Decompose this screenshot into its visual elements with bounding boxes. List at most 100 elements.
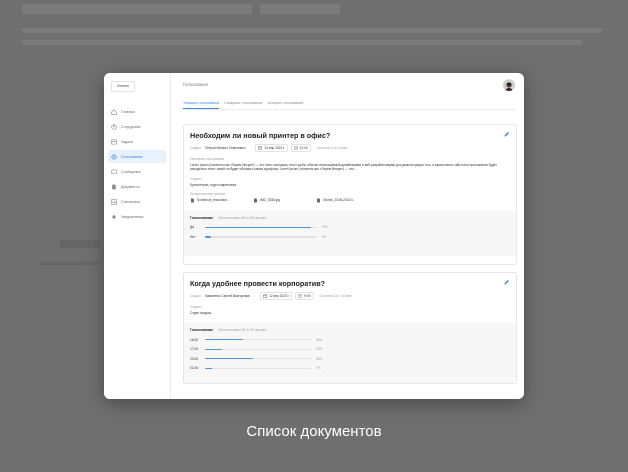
caption: Список документов xyxy=(246,423,382,440)
sidebar-item-documents[interactable]: Документы xyxy=(108,180,166,193)
option-progress-track xyxy=(205,339,311,341)
voting-section: Голосование Проголосовало 90 из 90 челов… xyxy=(184,323,516,383)
poll-meta: Создал Коваленко Сергей Викторович 12 ап… xyxy=(190,292,510,300)
poll-option[interactable]: Да 95% xyxy=(190,223,510,233)
poll-option[interactable]: 01.06 7% xyxy=(190,364,510,374)
time-remaining: Осталось 2 д 24 мин xyxy=(316,146,348,150)
departments-label: Отделы xyxy=(190,305,202,309)
departments-label: Отделы xyxy=(190,176,202,181)
option-progress-track xyxy=(205,226,317,229)
voting-label: Голосование xyxy=(190,328,214,332)
sidebar-item-label: Уведомления xyxy=(121,214,144,219)
file-name: Sondirova_resolution... xyxy=(197,198,230,203)
option-progress-fill xyxy=(205,367,213,369)
option-label: 17.06 xyxy=(190,347,198,352)
poll-description: Lorem Ipsum (читается как «Лорем Ипсум»)… xyxy=(190,162,497,172)
poll-time: 12:00 xyxy=(299,146,308,150)
option-progress-track xyxy=(205,348,311,350)
users-icon xyxy=(111,123,117,130)
option-percent: 36% xyxy=(316,337,323,342)
poll-option[interactable]: 23.06 45% xyxy=(190,354,510,364)
file-icon xyxy=(191,198,194,203)
sidebar-nav: Главная Сотрудники Задачи Голосования Со… xyxy=(104,105,170,225)
attached-file[interactable]: Otchet_23.06.2023.ll... xyxy=(316,198,379,203)
option-progress-fill xyxy=(205,236,211,238)
backdrop-blur xyxy=(60,240,100,248)
sidebar-item-home[interactable]: Главная xyxy=(108,105,166,118)
file-name: IMG_3036.jpg xyxy=(260,198,281,203)
sidebar-item-label: Голосования xyxy=(121,154,143,159)
option-percent: 16% xyxy=(316,347,323,352)
option-progress-track xyxy=(205,358,311,360)
option-progress-fill xyxy=(205,358,253,360)
tasks-icon xyxy=(111,139,117,145)
attached-file[interactable]: IMG_3036.jpg xyxy=(253,198,316,203)
date-chip: 12 апр 2023 г. xyxy=(260,292,293,300)
author-label: Создал xyxy=(190,294,201,298)
bell-icon xyxy=(111,214,117,220)
sidebar-item-stats[interactable]: Статистика xyxy=(108,195,166,208)
poll-title: Необходим ли новый принтер в офис? xyxy=(190,131,331,140)
option-label: Нет xyxy=(190,234,196,239)
option-label: Да xyxy=(190,225,194,230)
departments-value: Отдел продаж xyxy=(190,311,212,315)
backdrop-blur xyxy=(22,4,252,14)
time-remaining: Осталось 15 ч 10 мин xyxy=(319,294,352,298)
option-progress-fill xyxy=(205,226,312,229)
poll-option[interactable]: 17.06 16% xyxy=(190,345,510,355)
backdrop-blur xyxy=(260,4,340,14)
voting-status: Проголосовало 80 из 85 человек xyxy=(218,215,267,220)
sidebar-item-votes[interactable]: Голосования xyxy=(108,150,166,163)
sidebar-item-label: Сообщения xyxy=(121,169,141,174)
description-label: Описание голосования xyxy=(190,157,225,161)
sidebar-item-employees[interactable]: Сотрудники xyxy=(108,120,166,133)
logo[interactable]: Логотип xyxy=(111,81,135,92)
clock-icon xyxy=(298,294,303,298)
sidebar: Логотип Главная Сотрудники Задачи Голосо… xyxy=(104,73,171,399)
option-percent: 7% xyxy=(316,366,321,371)
poll-option[interactable]: Нет 5% xyxy=(190,232,510,242)
calendar-icon xyxy=(263,294,267,298)
file-name: Otchet_23.06.2023.ll... xyxy=(323,198,356,203)
option-percent: 95% xyxy=(322,225,329,230)
poll-card: Когда удобнее провести корпоратив? Созда… xyxy=(183,272,517,384)
sidebar-item-label: Главная xyxy=(121,109,135,114)
voting-status: Проголосовало 90 из 90 человек xyxy=(218,328,267,332)
main-content: Голосования Текущие голосования Создание… xyxy=(170,73,524,399)
option-progress-track xyxy=(205,236,317,238)
file-icon xyxy=(317,198,320,203)
sidebar-item-label: Документы xyxy=(121,184,140,189)
option-percent: 5% xyxy=(322,234,327,239)
files-label: Прикрепленные файлы xyxy=(190,191,225,196)
backdrop-blur xyxy=(40,262,100,265)
option-progress-fill xyxy=(205,339,244,341)
sidebar-item-tasks[interactable]: Задачи xyxy=(108,135,166,148)
sidebar-item-messages[interactable]: Сообщения xyxy=(108,165,166,178)
avatar-icon xyxy=(503,80,515,91)
vote-icon xyxy=(111,154,117,160)
option-progress-fill xyxy=(205,348,222,350)
edit-icon[interactable] xyxy=(503,131,510,138)
edit-icon[interactable] xyxy=(503,279,510,286)
poll-options: Да 95% Нет 5% xyxy=(190,223,510,242)
sidebar-item-label: Задачи xyxy=(121,139,134,144)
message-icon xyxy=(111,169,117,175)
home-icon xyxy=(111,109,117,115)
option-label: 16.06 xyxy=(190,337,198,342)
poll-card: Необходим ли новый принтер в офис? Созда… xyxy=(183,124,517,265)
app-window: Логотип Главная Сотрудники Задачи Голосо… xyxy=(104,73,524,399)
author-name: Коваленко Сергей Викторович xyxy=(204,294,251,298)
page-title: Голосования xyxy=(183,82,208,87)
sidebar-item-notifications[interactable]: Уведомления xyxy=(108,210,166,223)
tabs-divider xyxy=(183,108,515,110)
voting-section: Голосование Проголосовало 80 из 85 челов… xyxy=(184,210,516,256)
poll-time: 9:00 xyxy=(304,294,311,298)
attached-file[interactable]: Sondirova_resolution... xyxy=(190,198,253,203)
voting-label: Голосование xyxy=(190,215,214,220)
poll-option[interactable]: 16.06 36% xyxy=(190,335,510,345)
avatar[interactable] xyxy=(503,79,515,91)
option-progress-track xyxy=(205,367,311,369)
author-name: Петров Михаил Семенович xyxy=(204,146,246,150)
option-label: 01.06 xyxy=(190,366,198,371)
file-icon xyxy=(254,198,257,203)
